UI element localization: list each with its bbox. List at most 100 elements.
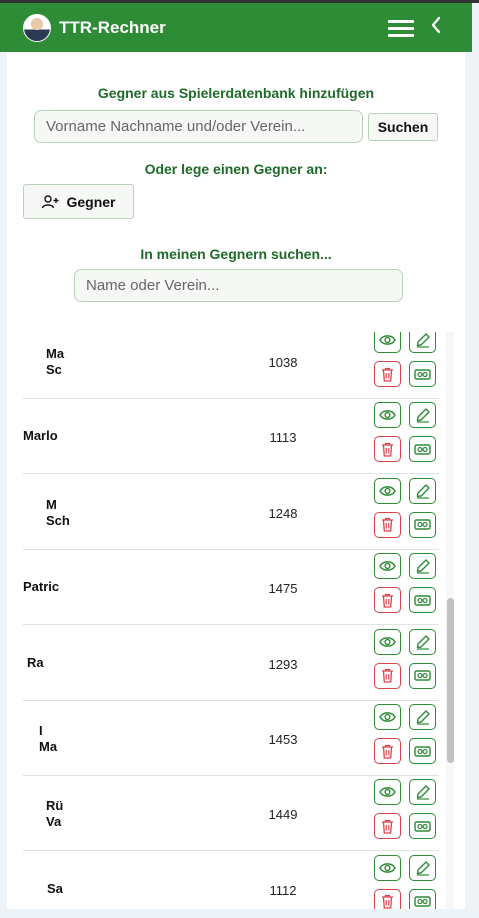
opponent-ttr-value: 1113 — [269, 430, 297, 446]
opponent-name: Rü Va — [46, 798, 82, 830]
hamburger-menu-icon[interactable] — [388, 20, 414, 37]
opponent-name-line1: Marlo — [23, 428, 58, 444]
money-icon — [414, 670, 431, 681]
money-button[interactable] — [409, 738, 436, 764]
opponent-name-line2: Ma — [39, 739, 58, 754]
opponent-row[interactable]: Patric 1475 — [23, 550, 439, 626]
opponent-filter-input[interactable] — [74, 269, 403, 302]
money-button[interactable] — [409, 662, 436, 689]
opponent-name: Marlo — [23, 428, 59, 444]
search-button[interactable]: Suchen — [368, 113, 438, 141]
eye-icon — [379, 334, 396, 346]
list-scrollbar[interactable] — [446, 332, 454, 909]
list-scrollbar-thumb[interactable] — [447, 598, 454, 763]
edit-button[interactable] — [409, 477, 436, 504]
edit-button[interactable] — [409, 704, 436, 730]
view-button[interactable] — [374, 854, 401, 881]
opponent-row[interactable]: Sa 1112 — [23, 852, 439, 909]
opponent-name-line1: Ma — [46, 346, 65, 361]
edit-button[interactable] — [409, 402, 436, 429]
pencil-icon — [415, 332, 431, 348]
add-opponent-button[interactable]: Gegner — [23, 184, 134, 219]
money-button[interactable] — [409, 361, 436, 387]
opponent-row[interactable]: Ma Sc 1038 — [23, 332, 439, 399]
money-button[interactable] — [409, 587, 436, 614]
edit-button[interactable] — [409, 854, 436, 881]
opponent-ttr-value: 1449 — [268, 807, 298, 823]
eye-icon — [379, 485, 396, 497]
trash-icon — [381, 819, 394, 834]
money-button[interactable] — [409, 436, 436, 463]
opponent-ttr-value: 1112 — [269, 882, 297, 898]
eye-icon — [379, 560, 396, 572]
opponent-row[interactable]: M Sch 1248 — [23, 475, 439, 550]
eye-icon — [379, 409, 396, 421]
opponent-name-line1: Ra — [27, 654, 44, 670]
opponent-ttr-value: 1453 — [268, 732, 298, 747]
delete-button[interactable] — [374, 738, 401, 764]
add-opponent-label: Gegner — [66, 193, 116, 210]
delete-button[interactable] — [374, 888, 401, 909]
opponent-name: Patric — [23, 579, 59, 595]
view-button[interactable] — [374, 332, 401, 353]
edit-button[interactable] — [409, 553, 436, 580]
edit-button[interactable] — [409, 332, 436, 353]
avatar[interactable] — [23, 13, 51, 42]
eye-icon — [379, 786, 396, 798]
money-icon — [414, 745, 431, 757]
view-button[interactable] — [374, 553, 401, 580]
opponent-name-line2: Va — [46, 814, 62, 830]
money-button[interactable] — [409, 511, 436, 538]
opponent-name-line1: I — [39, 723, 43, 738]
opponent-row[interactable]: Marlo 1113 — [23, 399, 439, 475]
pencil-icon — [415, 784, 431, 800]
opponent-name: Sa — [47, 881, 83, 897]
view-button[interactable] — [374, 628, 401, 655]
view-button[interactable] — [374, 402, 401, 429]
opponent-ttr-value: 1293 — [268, 656, 298, 672]
money-icon — [414, 821, 431, 832]
opponent-row[interactable]: Rü Va 1449 — [23, 776, 439, 852]
opponent-name: M Sch — [46, 497, 82, 529]
opponent-name-line1: Patric — [23, 579, 59, 595]
delete-button[interactable] — [374, 662, 401, 689]
trash-icon — [381, 894, 394, 909]
app-title: TTR-Rechner — [59, 17, 166, 37]
opponent-row[interactable]: Ra 1293 — [23, 626, 439, 701]
filter-title: In meinen Gegnern suchen... — [140, 246, 332, 262]
money-icon — [414, 444, 431, 455]
eye-icon — [379, 862, 396, 874]
opponent-list: Ma Sc 1038 Marlo 1113 M Sch 1248 Patric 1475 Ra 129… — [23, 332, 439, 909]
trash-icon — [381, 668, 394, 683]
delete-button[interactable] — [374, 813, 401, 840]
opponent-name-line1: Rü — [46, 798, 64, 814]
edit-button[interactable] — [409, 628, 436, 655]
money-icon — [414, 368, 431, 380]
opponent-ttr-value: 1038 — [268, 355, 298, 370]
opponent-name-line1: Sa — [47, 880, 63, 896]
view-button[interactable] — [374, 779, 401, 806]
money-button[interactable] — [409, 813, 436, 840]
trash-icon — [381, 367, 394, 382]
user-plus-icon — [41, 194, 59, 209]
player-search-input[interactable] — [34, 110, 363, 143]
eye-icon — [379, 636, 396, 648]
money-icon — [414, 896, 431, 907]
view-button[interactable] — [374, 477, 401, 504]
opponent-ttr-value: 1475 — [268, 581, 298, 597]
delete-button[interactable] — [374, 361, 401, 387]
delete-button[interactable] — [374, 436, 401, 463]
edit-button[interactable] — [409, 779, 436, 806]
money-button[interactable] — [409, 888, 436, 909]
pencil-icon — [415, 558, 431, 574]
trash-icon — [381, 744, 394, 759]
opponent-row[interactable]: I Ma 1453 — [23, 701, 439, 776]
chevron-left-icon[interactable] — [430, 15, 442, 41]
opponent-name-line1: M — [46, 496, 57, 512]
view-button[interactable] — [374, 704, 401, 730]
delete-button[interactable] — [374, 587, 401, 614]
money-icon — [414, 594, 431, 606]
eye-icon — [379, 711, 396, 723]
delete-button[interactable] — [374, 511, 401, 538]
pencil-icon — [415, 634, 431, 650]
